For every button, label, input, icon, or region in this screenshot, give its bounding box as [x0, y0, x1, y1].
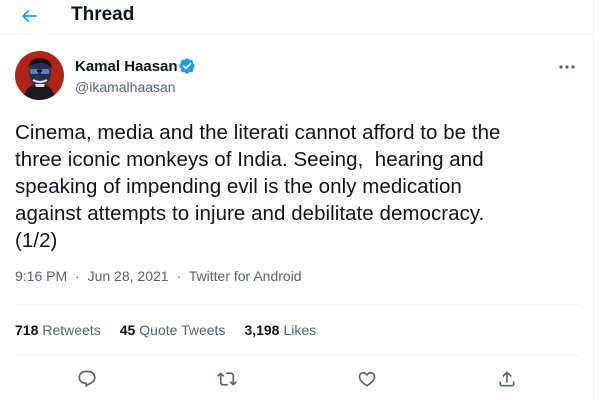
meta-separator: ·: [176, 268, 182, 284]
tweet-source[interactable]: Twitter for Android: [189, 268, 302, 284]
retweets-stat[interactable]: 718 Retweets: [15, 322, 101, 338]
tweet-meta: 9:16 PM · Jun 28, 2021 · Twitter for And…: [15, 268, 302, 284]
profile-avatar: [15, 51, 64, 100]
retweets-label: Retweets: [42, 322, 101, 338]
tweet-date[interactable]: Jun 28, 2021: [88, 268, 169, 284]
tweet-thread-page: Thread Kamal Haasan @ikamalhaasan Cinema…: [0, 0, 594, 400]
quote-tweets-label: Quote Tweets: [139, 322, 226, 338]
likes-count: 3,198: [244, 322, 280, 338]
back-button[interactable]: [16, 3, 42, 29]
quote-tweets-stat[interactable]: 45 Quote Tweets: [120, 322, 226, 338]
quote-tweets-count: 45: [119, 322, 136, 338]
meta-separator: ·: [75, 268, 80, 284]
like-icon: [358, 371, 376, 387]
share-button[interactable]: [494, 366, 520, 392]
share-icon: [499, 371, 515, 387]
tweet-actions-bar: [0, 364, 594, 394]
divider: [15, 304, 579, 305]
tweet-text: Cinema, media and the literati cannot af…: [15, 121, 501, 252]
arrow-left-icon: [21, 9, 37, 23]
tweet-stats: 718 Retweets 45 Quote Tweets 3,198 Likes: [15, 322, 335, 338]
header-divider: [0, 33, 594, 34]
reply-button[interactable]: [74, 366, 100, 392]
retweet-icon: [217, 372, 237, 386]
like-button[interactable]: [354, 366, 380, 392]
retweets-count: 718: [15, 322, 39, 338]
reply-icon: [78, 370, 96, 388]
author-name[interactable]: Kamal Haasan: [75, 58, 178, 75]
retweet-button[interactable]: [214, 366, 240, 392]
thread-header: Thread: [0, 0, 594, 33]
tweet-time[interactable]: 9:16 PM: [15, 268, 67, 284]
more-options-button[interactable]: [556, 61, 578, 73]
divider: [15, 355, 579, 356]
avatar[interactable]: [15, 51, 64, 100]
more-dots-icon: [559, 65, 575, 69]
likes-stat[interactable]: 3,198 Likes: [244, 322, 316, 338]
page-title: Thread: [71, 4, 135, 25]
author-handle[interactable]: @ikamalhaasan: [75, 79, 176, 95]
verified-badge-icon: [179, 58, 195, 74]
likes-label: Likes: [283, 322, 317, 338]
